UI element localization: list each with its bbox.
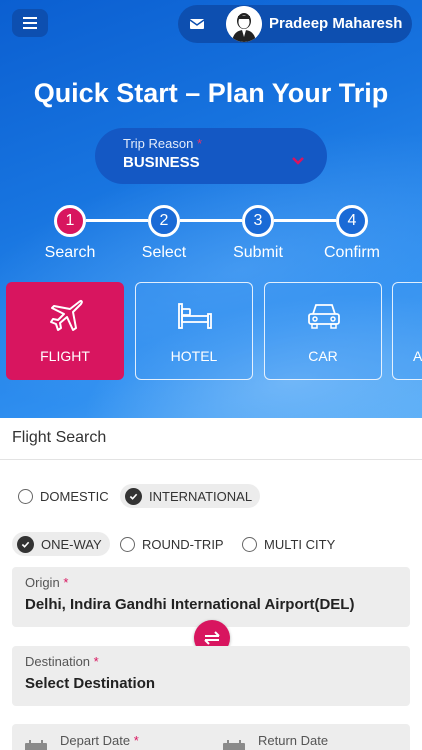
- destination-field[interactable]: Destination * Select Destination: [12, 646, 410, 706]
- category-label: CAR: [308, 348, 338, 364]
- divider: [0, 459, 422, 460]
- depart-date-label-text: Depart Date: [60, 733, 131, 748]
- step-2-label: Select: [141, 244, 187, 261]
- radio-one-way[interactable]: ONE-WAY: [12, 532, 110, 556]
- mail-icon[interactable]: [188, 15, 206, 33]
- destination-label-text: Destination: [25, 654, 91, 669]
- radio-checked-icon: [17, 535, 34, 553]
- step-connector: [86, 219, 148, 222]
- step-connector: [180, 219, 242, 222]
- trip-reason-value: BUSINESS: [123, 154, 200, 171]
- origin-field[interactable]: Origin * Delhi, Indira Gandhi Internatio…: [12, 567, 410, 627]
- step-3-circle[interactable]: 3: [242, 205, 274, 237]
- category-label: FLIGHT: [40, 348, 90, 364]
- radio-unchecked-icon: [120, 536, 135, 552]
- radio-multi-city[interactable]: MULTI CITY: [242, 532, 335, 556]
- category-card-car[interactable]: CAR: [264, 282, 382, 380]
- top-bar: Pradeep Maharesh: [0, 0, 422, 46]
- airplane-icon: [50, 299, 83, 331]
- category-cards: FLIGHT HOTEL CAR A: [0, 282, 422, 382]
- step-connector: [274, 219, 336, 222]
- step-1-label: Search: [44, 244, 96, 261]
- category-label: HOTEL: [170, 348, 218, 364]
- radio-domestic[interactable]: DOMESTIC: [18, 484, 109, 508]
- car-icon: [308, 304, 340, 329]
- chevron-down-icon: [292, 157, 304, 165]
- user-pill[interactable]: Pradeep Maharesh: [178, 5, 412, 43]
- return-date-label[interactable]: Return Date: [258, 733, 328, 748]
- radio-round-trip[interactable]: ROUND-TRIP: [120, 532, 224, 556]
- step-4-label: Confirm: [323, 244, 380, 261]
- trip-reason-label-text: Trip Reason: [123, 136, 194, 151]
- user-name: Pradeep Maharesh: [269, 15, 403, 32]
- progress-stepper: 1 2 3 4 Search Select Submit Confirm: [0, 200, 422, 270]
- bed-icon: [178, 303, 212, 329]
- origin-value: Delhi, Indira Gandhi International Airpo…: [25, 596, 355, 613]
- destination-label: Destination *: [25, 654, 99, 669]
- radio-label: DOMESTIC: [40, 488, 109, 504]
- radio-label: MULTI CITY: [264, 536, 336, 552]
- radio-label: ROUND-TRIP: [142, 536, 224, 552]
- required-marker: *: [196, 136, 203, 151]
- step-3-label: Submit: [233, 244, 283, 261]
- radio-unchecked-icon: [242, 536, 257, 552]
- category-label: A: [413, 348, 422, 364]
- radio-checked-icon: [125, 487, 142, 505]
- required-marker: *: [93, 654, 99, 669]
- user-avatar-icon: [226, 6, 262, 42]
- hero-banner: Pradeep Maharesh Quick Start – Plan Your…: [0, 0, 422, 418]
- trip-reason-select[interactable]: Trip Reason * BUSINESS: [95, 128, 327, 184]
- step-1-circle[interactable]: 1: [54, 205, 86, 237]
- required-marker: *: [133, 733, 139, 748]
- page-title: Quick Start – Plan Your Trip: [33, 78, 389, 108]
- required-marker: *: [63, 575, 69, 590]
- category-card-hotel[interactable]: HOTEL: [135, 282, 253, 380]
- hamburger-icon: [23, 17, 37, 29]
- radio-international[interactable]: INTERNATIONAL: [120, 484, 261, 508]
- radio-label: INTERNATIONAL: [149, 488, 253, 504]
- origin-label-text: Origin: [25, 575, 60, 590]
- radio-label: ONE-WAY: [41, 536, 102, 552]
- trip-reason-label: Trip Reason *: [123, 136, 202, 151]
- menu-button[interactable]: [12, 9, 48, 37]
- step-4-circle[interactable]: 4: [336, 205, 368, 237]
- calendar-icon: [25, 740, 47, 750]
- swap-arrows-icon: [204, 631, 220, 645]
- avatar[interactable]: [226, 6, 262, 42]
- category-card-more[interactable]: A: [392, 282, 422, 380]
- panel-title: Flight Search: [12, 429, 107, 446]
- return-date-label-text: Return Date: [258, 733, 329, 748]
- radio-unchecked-icon: [18, 488, 33, 504]
- step-2-circle[interactable]: 2: [148, 205, 180, 237]
- category-card-flight[interactable]: FLIGHT: [6, 282, 124, 380]
- calendar-icon: [223, 740, 245, 750]
- depart-date-label[interactable]: Depart Date *: [60, 733, 139, 748]
- destination-value: Select Destination: [25, 675, 156, 692]
- origin-label: Origin *: [25, 575, 68, 590]
